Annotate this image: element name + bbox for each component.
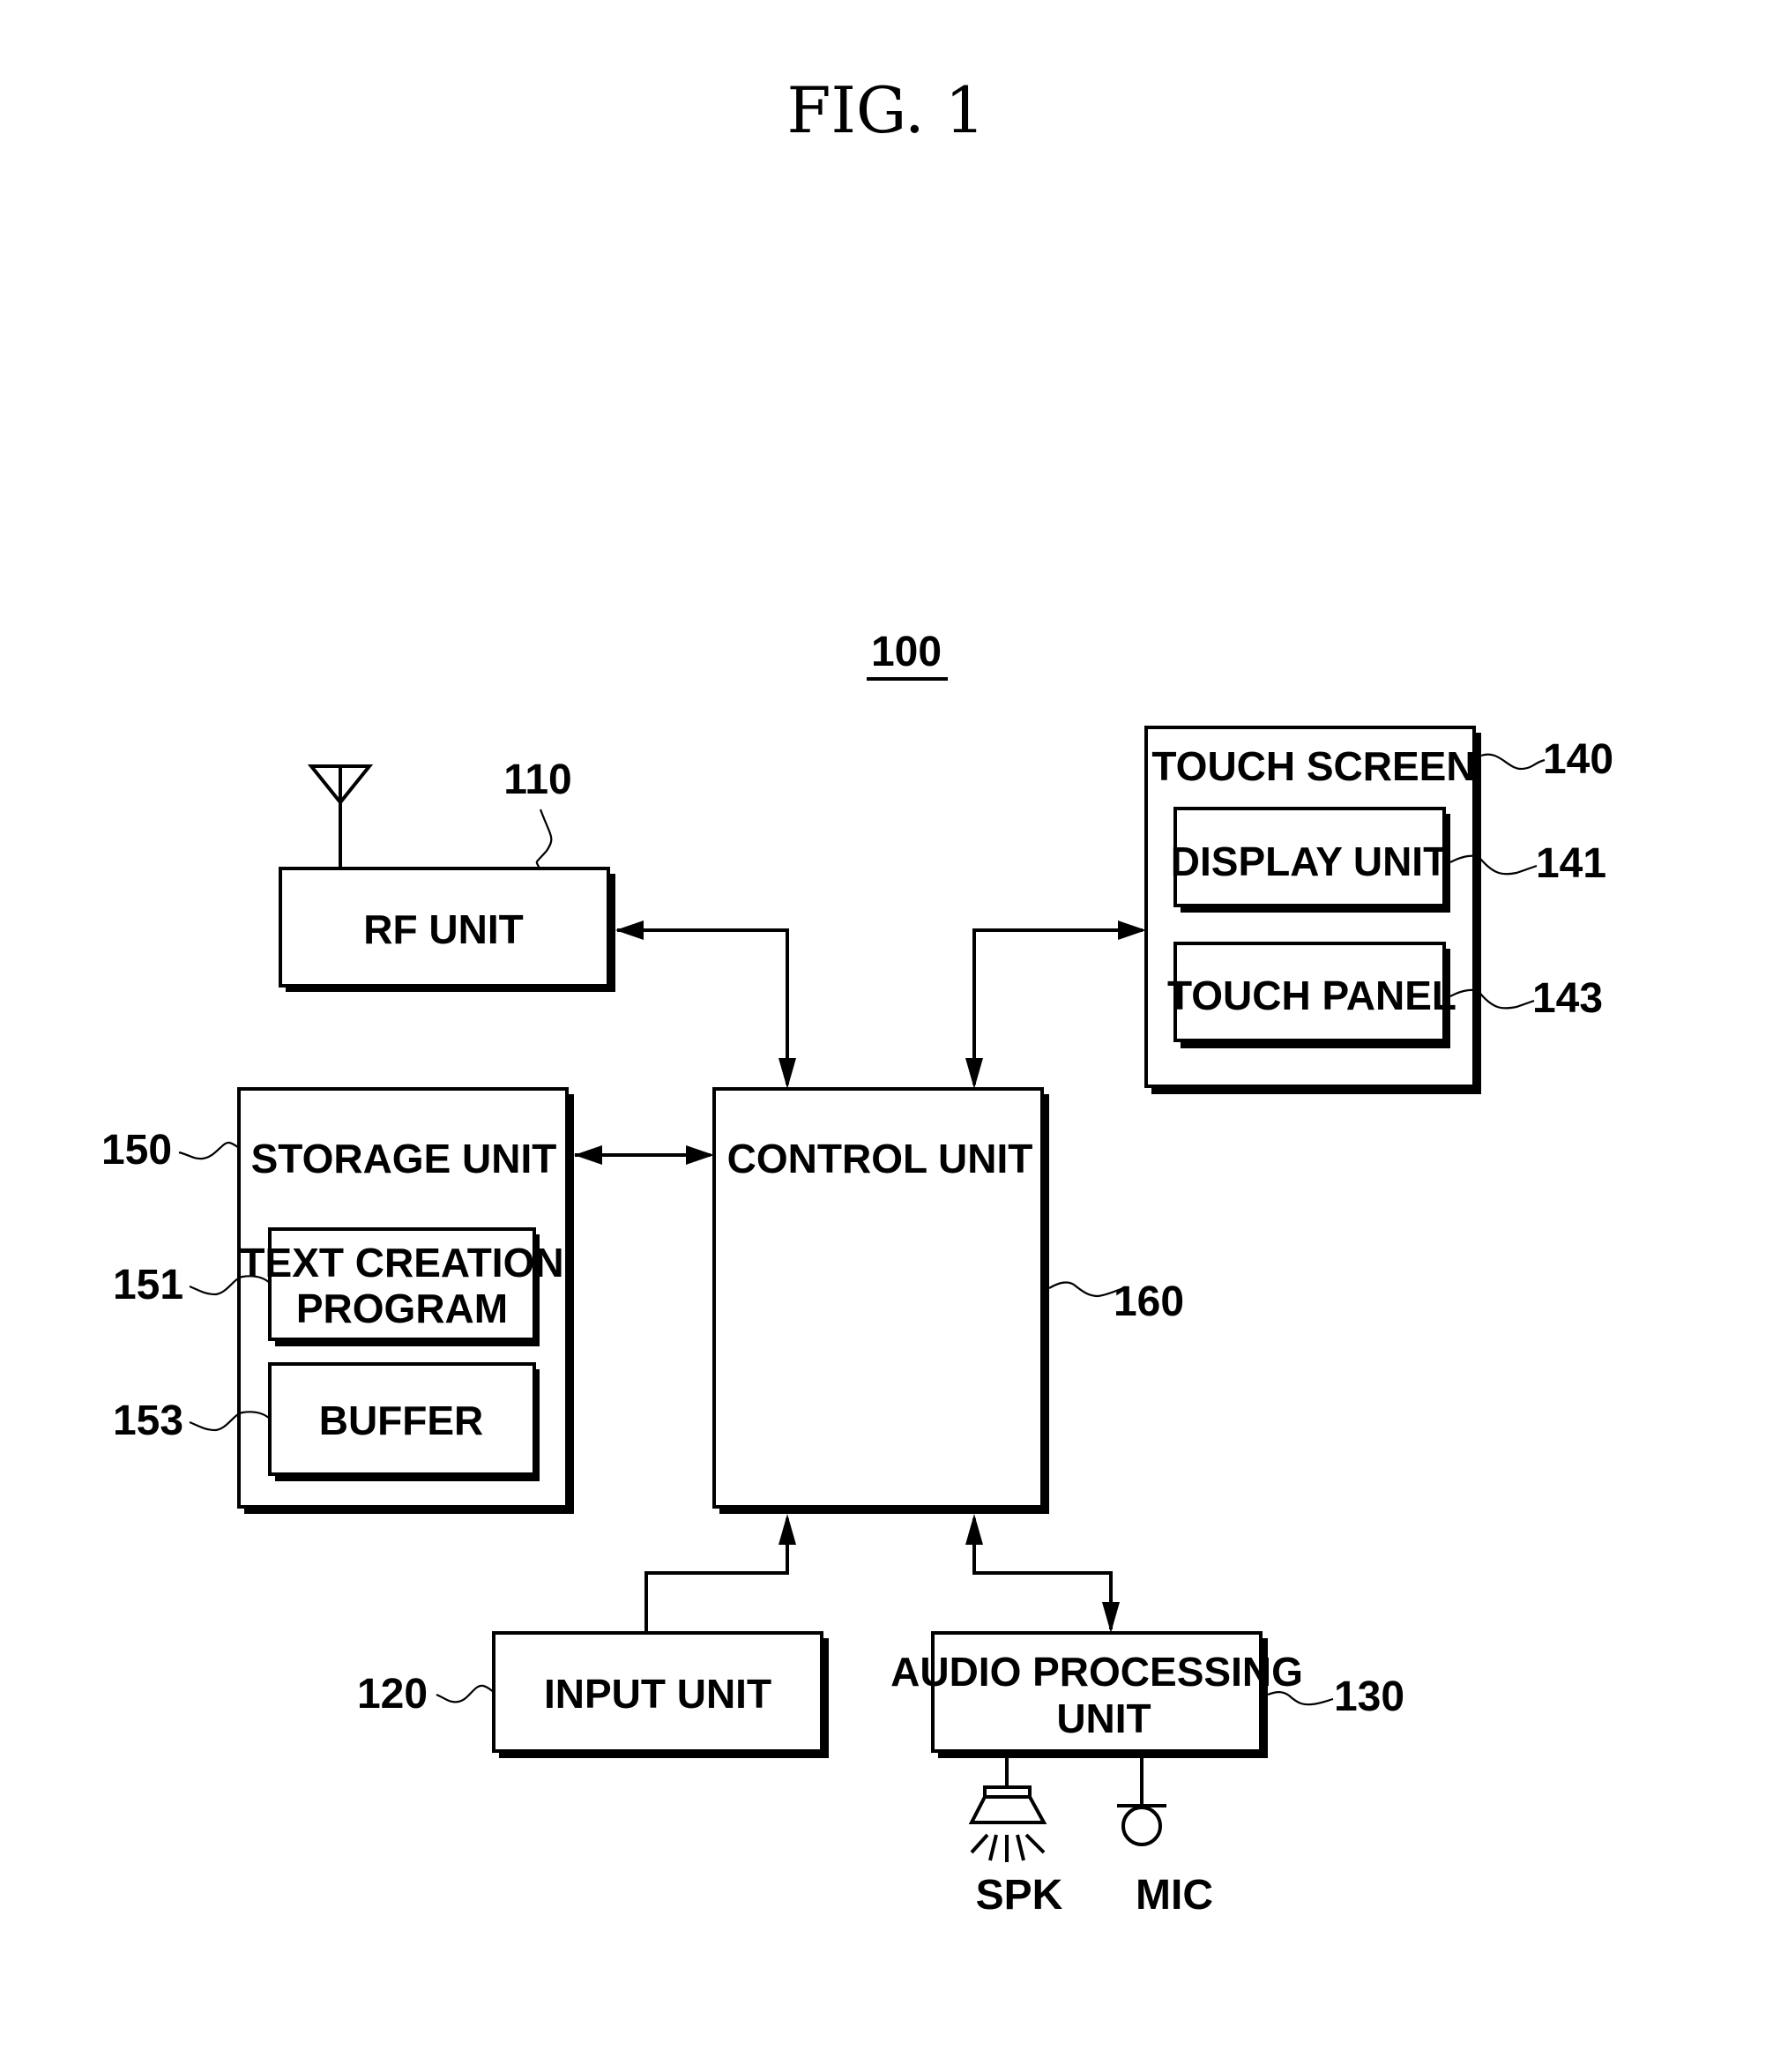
display-unit-ref: 141 — [1536, 840, 1606, 887]
rf-unit-label: RF UNIT — [363, 906, 523, 952]
speaker-icon — [968, 1758, 1047, 1862]
input-unit-ref: 120 — [357, 1671, 428, 1718]
figure-title: FIG. 1 — [787, 73, 986, 147]
text-creation-program-ref: 151 — [113, 1262, 183, 1308]
block-diagram: FIG. 1 100 RF UNIT 110 TOUCH SCREEN DISP… — [101, 73, 1613, 1919]
control-unit-ref: 160 — [1114, 1278, 1184, 1325]
rf-unit-leader — [535, 809, 553, 869]
touch-screen-block: TOUCH SCREEN DISPLAY UNIT TOUCH PANEL — [1144, 726, 1481, 1094]
arrow-head-up — [778, 1514, 796, 1545]
touch-panel-label: TOUCH PANEL — [1167, 973, 1456, 1018]
audio-processing-unit-block: AUDIO PROCESSING UNIT — [890, 1631, 1303, 1758]
audio-processing-unit-label-line2: UNIT — [1056, 1696, 1151, 1741]
arrow-head-left — [574, 1145, 602, 1165]
input-unit-label: INPUT UNIT — [544, 1671, 771, 1717]
touch-screen-label: TOUCH SCREEN — [1151, 743, 1475, 789]
touch-screen-leader — [1480, 753, 1546, 771]
rf-unit-ref: 110 — [503, 757, 571, 803]
microphone-icon — [1117, 1758, 1166, 1846]
control-unit-leader — [1048, 1281, 1122, 1298]
arrow-head-right — [1118, 920, 1146, 940]
arrow-head-down — [1102, 1602, 1120, 1633]
control-unit-block: CONTROL UNIT — [712, 1087, 1049, 1514]
rf-control-connection — [615, 920, 796, 1089]
input-unit-leader — [436, 1684, 495, 1703]
storage-unit-leader — [178, 1141, 240, 1160]
touchscreen-control-connection — [965, 920, 1146, 1089]
buffer-ref: 153 — [113, 1397, 183, 1444]
text-creation-program-label-line1: TEXT CREATION — [240, 1240, 563, 1286]
device-ref-label: 100 — [871, 629, 942, 675]
antenna-icon — [307, 764, 374, 868]
speaker-label: SPK — [976, 1872, 1063, 1919]
microphone-label: MIC — [1136, 1872, 1213, 1919]
audio-control-connection — [965, 1514, 1120, 1633]
arrow-head-down — [778, 1058, 796, 1089]
arrow-head-down — [965, 1058, 983, 1089]
display-unit-label: DISPLAY UNIT — [1171, 838, 1448, 884]
storage-unit-block: STORAGE UNIT TEXT CREATION PROGRAM BUFFE… — [237, 1087, 574, 1514]
storage-unit-ref: 150 — [101, 1127, 172, 1174]
storage-unit-label: STORAGE UNIT — [251, 1136, 557, 1181]
audio-processing-unit-label-line1: AUDIO PROCESSING — [890, 1649, 1303, 1695]
input-control-connection — [644, 1514, 796, 1633]
arrow-head-right — [686, 1145, 714, 1165]
control-unit-label: CONTROL UNIT — [727, 1136, 1033, 1181]
touch-panel-ref: 143 — [1532, 975, 1603, 1022]
input-unit-block: INPUT UNIT — [492, 1631, 829, 1758]
rf-unit-block: RF UNIT — [279, 867, 615, 992]
touch-screen-ref: 140 — [1543, 736, 1613, 783]
arrow-head-up — [965, 1514, 983, 1545]
audio-processing-unit-ref: 130 — [1334, 1673, 1404, 1720]
buffer-label: BUFFER — [319, 1397, 484, 1443]
text-creation-program-label-line2: PROGRAM — [296, 1286, 508, 1331]
arrow-head-left — [615, 920, 644, 940]
storage-control-connection — [574, 1145, 714, 1165]
